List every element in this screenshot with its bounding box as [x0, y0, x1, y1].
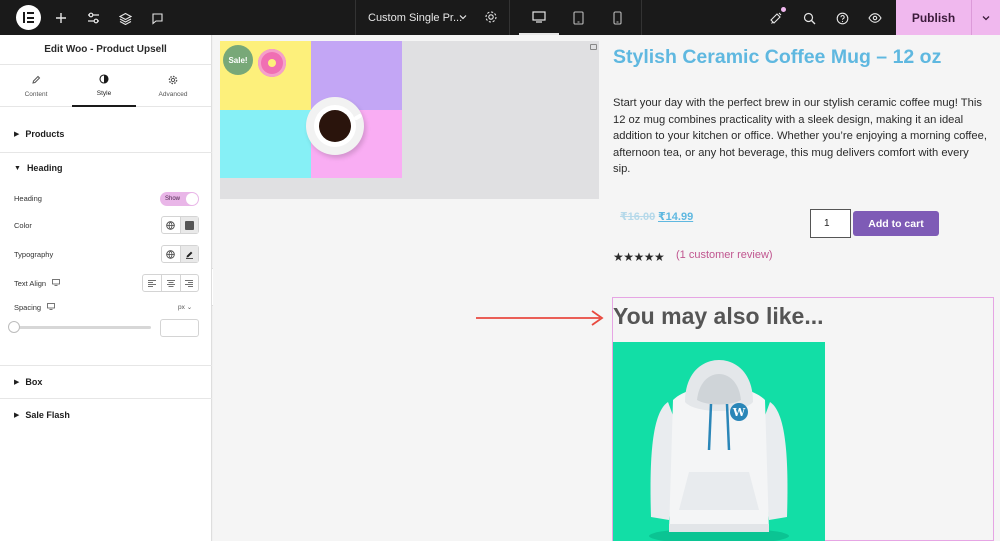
text-align-label: Text Align — [14, 279, 47, 288]
hoodie-product-image[interactable]: W — [613, 342, 825, 541]
pencil-icon — [31, 75, 41, 87]
gear-icon[interactable] — [484, 10, 498, 27]
elementor-logo-icon[interactable] — [16, 5, 41, 30]
typography-control-label: Typography — [14, 250, 54, 259]
color-control-label: Color — [14, 221, 32, 230]
divider — [0, 152, 212, 153]
caret-right-icon: ▶ — [14, 379, 20, 386]
spacing-unit: px — [178, 304, 185, 311]
section-sale-flash[interactable]: ▶ Sale Flash — [0, 403, 212, 427]
spacing-unit-selector[interactable]: px ⌄ — [178, 303, 192, 311]
publish-button[interactable]: Publish — [896, 0, 971, 35]
sliders-icon[interactable] — [84, 9, 102, 27]
quantity-input[interactable]: 1 — [810, 209, 851, 238]
mobile-icon[interactable] — [597, 0, 637, 35]
product-description: Start your day with the perfect brew in … — [613, 97, 987, 176]
layers-icon[interactable] — [116, 9, 134, 27]
desktop-icon[interactable] — [519, 0, 559, 35]
spacing-input[interactable] — [160, 319, 199, 337]
product-gallery: Sale! — [220, 41, 599, 199]
tab-style-label: Style — [96, 89, 112, 97]
divider — [0, 365, 212, 366]
preview-canvas: Sale! Stylish Ceramic Coffee Mug – 12 oz… — [213, 35, 1000, 541]
document-title-dropdown[interactable]: Custom Single Pr... — [355, 0, 510, 35]
desktop-icon — [47, 303, 56, 312]
help-icon[interactable] — [833, 9, 851, 27]
heading-show-toggle[interactable]: Show — [160, 192, 199, 206]
divider — [0, 398, 212, 399]
globe-icon[interactable] — [162, 246, 180, 262]
svg-text:W: W — [732, 406, 746, 419]
tab-content-label: Content — [24, 90, 48, 98]
section-products[interactable]: ▶ Products — [0, 121, 212, 147]
color-swatch[interactable] — [179, 217, 198, 233]
globe-icon[interactable] — [162, 217, 180, 233]
panel-title: Edit Woo - Product Upsell — [0, 35, 211, 65]
sale-badge: Sale! — [223, 45, 253, 75]
tab-advanced[interactable]: Advanced — [141, 65, 205, 107]
tab-advanced-label: Advanced — [158, 90, 188, 98]
plus-icon[interactable] — [52, 9, 70, 27]
spacing-control-label: Spacing — [14, 303, 56, 312]
toggle-knob — [186, 193, 198, 205]
align-center-icon[interactable] — [161, 275, 179, 291]
tablet-icon[interactable] — [558, 0, 598, 35]
caret-right-icon: ▶ — [14, 131, 20, 138]
top-bar: Custom Single Pr... Publish — [0, 0, 1000, 35]
customer-review-link[interactable]: (1 customer review) — [676, 249, 773, 261]
desktop-icon — [52, 279, 61, 288]
elementor-editor: Custom Single Pr... Publish Edit Woo - P… — [0, 0, 1000, 541]
section-products-label: Products — [25, 129, 65, 139]
section-box-label: Box — [25, 377, 43, 387]
align-right-icon[interactable] — [179, 275, 198, 291]
upsell-heading: You may also like... — [613, 303, 824, 329]
chevron-down-icon — [982, 15, 990, 20]
typography-control — [161, 245, 199, 263]
section-box[interactable]: ▶ Box — [0, 370, 212, 394]
spacing-label: Spacing — [14, 303, 42, 312]
quantity-value: 1 — [824, 218, 830, 229]
section-heading-label: Heading — [26, 163, 63, 173]
align-left-icon[interactable] — [143, 275, 161, 291]
toggle-label: Show — [165, 196, 181, 202]
publish-options-button[interactable] — [971, 0, 1000, 35]
chevron-down-icon: ⌄ — [186, 304, 193, 311]
panel-tabs: Content Style Advanced — [0, 65, 211, 107]
caret-right-icon: ▶ — [14, 412, 20, 419]
section-heading[interactable]: ▼ Heading — [0, 156, 212, 180]
caret-down-icon: ▼ — [14, 164, 21, 172]
spacing-slider-handle[interactable] — [8, 321, 20, 333]
color-control — [161, 216, 199, 234]
sale-price: ₹14.99 — [658, 211, 694, 223]
editor-panel: Edit Woo - Product Upsell Content Style … — [0, 35, 212, 541]
coffee-mug-product-image[interactable]: Sale! — [220, 41, 402, 178]
comment-icon[interactable] — [148, 9, 166, 27]
add-to-cart-button[interactable]: Add to cart — [853, 211, 939, 236]
edit-pencil-icon[interactable] — [179, 246, 198, 262]
section-sale-flash-label: Sale Flash — [25, 410, 70, 420]
tab-style[interactable]: Style — [72, 65, 136, 107]
search-icon[interactable] — [800, 9, 818, 27]
half-circle-icon — [99, 73, 109, 86]
text-align-control-label: Text Align — [14, 279, 61, 288]
notification-badge — [781, 7, 786, 12]
chevron-down-icon — [458, 12, 468, 25]
preview-eye-icon[interactable] — [866, 9, 884, 27]
gear-icon — [168, 75, 178, 87]
document-title: Custom Single Pr... — [368, 11, 463, 24]
heading-control-label: Heading — [14, 194, 42, 203]
product-title: Stylish Ceramic Coffee Mug – 12 oz — [613, 46, 942, 68]
zoom-icon[interactable] — [590, 44, 597, 50]
responsive-mode-switcher — [510, 0, 642, 35]
spacing-slider[interactable] — [14, 326, 151, 329]
annotation-arrow-icon — [476, 310, 604, 326]
star-rating: ★★★★★ — [613, 250, 665, 264]
tab-content[interactable]: Content — [4, 65, 68, 107]
text-align-control — [142, 274, 199, 292]
regular-price: ₹16.00 — [620, 211, 656, 223]
